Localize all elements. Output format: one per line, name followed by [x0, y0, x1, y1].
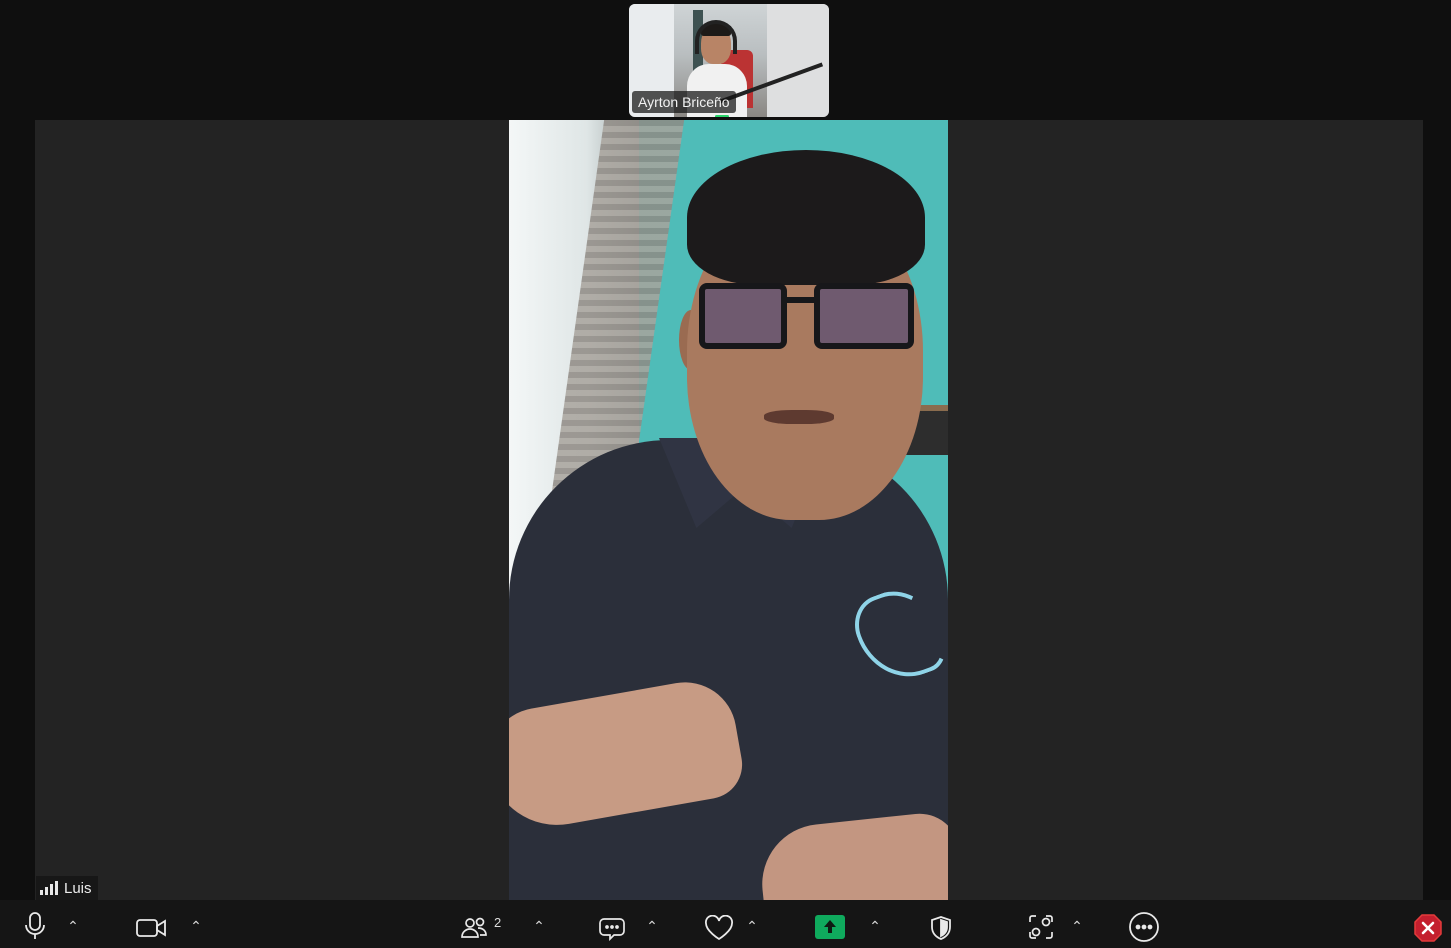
- participants-options-caret[interactable]: ⌃: [532, 918, 546, 934]
- main-participant-name: Luis: [64, 879, 92, 897]
- participants-icon[interactable]: [460, 913, 488, 943]
- more-icon[interactable]: [1128, 912, 1160, 942]
- main-video-stage: [35, 120, 1423, 900]
- thumbnail-participant-name: Ayrton Briceño: [632, 91, 736, 113]
- speaking-indicator: [715, 115, 729, 117]
- glasses-left-lens: [699, 283, 787, 349]
- thumbnail-headset: [695, 20, 737, 54]
- apps-icon[interactable]: [1027, 912, 1055, 942]
- signal-strength-icon: [40, 881, 58, 895]
- glasses-bridge: [785, 297, 817, 303]
- video-person-mouth: [764, 410, 834, 424]
- share-options-caret[interactable]: ⌃: [868, 918, 882, 934]
- thumbnail-background-right: [767, 4, 829, 117]
- glasses-right-lens: [814, 283, 914, 349]
- apps-options-caret[interactable]: ⌃: [1070, 918, 1084, 934]
- video-options-caret[interactable]: ⌃: [189, 918, 203, 934]
- audio-options-caret[interactable]: ⌃: [66, 918, 80, 934]
- chat-icon[interactable]: [596, 912, 626, 942]
- main-video-feed[interactable]: [509, 120, 948, 900]
- reactions-options-caret[interactable]: ⌃: [745, 918, 759, 934]
- participant-thumbnail[interactable]: Ayrton Briceño: [629, 4, 829, 117]
- end-call-icon[interactable]: [1413, 913, 1443, 943]
- participants-count: 2: [494, 915, 502, 930]
- chat-options-caret[interactable]: ⌃: [645, 918, 659, 934]
- video-camera-icon[interactable]: [135, 913, 167, 943]
- reactions-icon[interactable]: [703, 913, 735, 943]
- video-person-hair: [687, 150, 925, 285]
- microphone-icon[interactable]: [22, 911, 48, 941]
- main-participant-label: Luis: [36, 876, 98, 900]
- security-icon[interactable]: [929, 913, 953, 943]
- share-screen-icon[interactable]: [815, 915, 845, 939]
